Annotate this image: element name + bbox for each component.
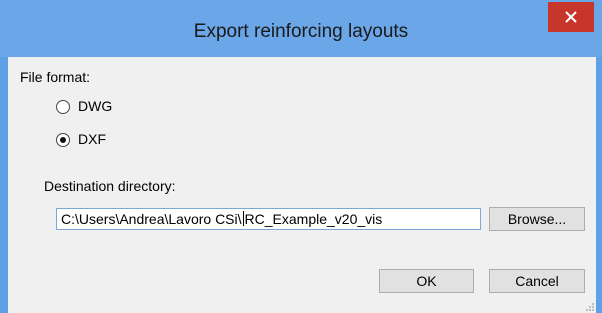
ok-button[interactable]: OK <box>379 269 474 293</box>
dialog-body: File format: DWG DXF Destination directo… <box>8 57 596 313</box>
destination-directory-input[interactable]: C:\Users\Andrea\Lavoro CSi\ RC_Example_v2… <box>56 208 481 230</box>
close-button[interactable] <box>548 2 594 32</box>
export-dialog: Export reinforcing layouts File format: … <box>0 0 602 313</box>
destination-directory-label: Destination directory: <box>44 178 176 194</box>
file-format-label: File format: <box>20 69 91 85</box>
input-text-after-caret: RC_Example_v20_vis <box>244 211 383 227</box>
cancel-button[interactable]: Cancel <box>489 269 585 293</box>
radio-dwg[interactable] <box>56 100 70 114</box>
close-icon <box>565 11 577 23</box>
text-caret <box>242 211 244 226</box>
title-bar[interactable]: Export reinforcing layouts <box>0 0 602 57</box>
radio-dxf-label[interactable]: DXF <box>78 131 106 147</box>
radio-dxf[interactable] <box>56 133 70 147</box>
browse-button[interactable]: Browse... <box>489 207 585 231</box>
resize-grip-icon[interactable] <box>586 303 594 311</box>
radio-dwg-label[interactable]: DWG <box>78 98 112 114</box>
radio-selected-dot <box>60 137 66 143</box>
window-title: Export reinforcing layouts <box>193 21 409 42</box>
input-text-before-caret: C:\Users\Andrea\Lavoro CSi\ <box>61 211 242 227</box>
